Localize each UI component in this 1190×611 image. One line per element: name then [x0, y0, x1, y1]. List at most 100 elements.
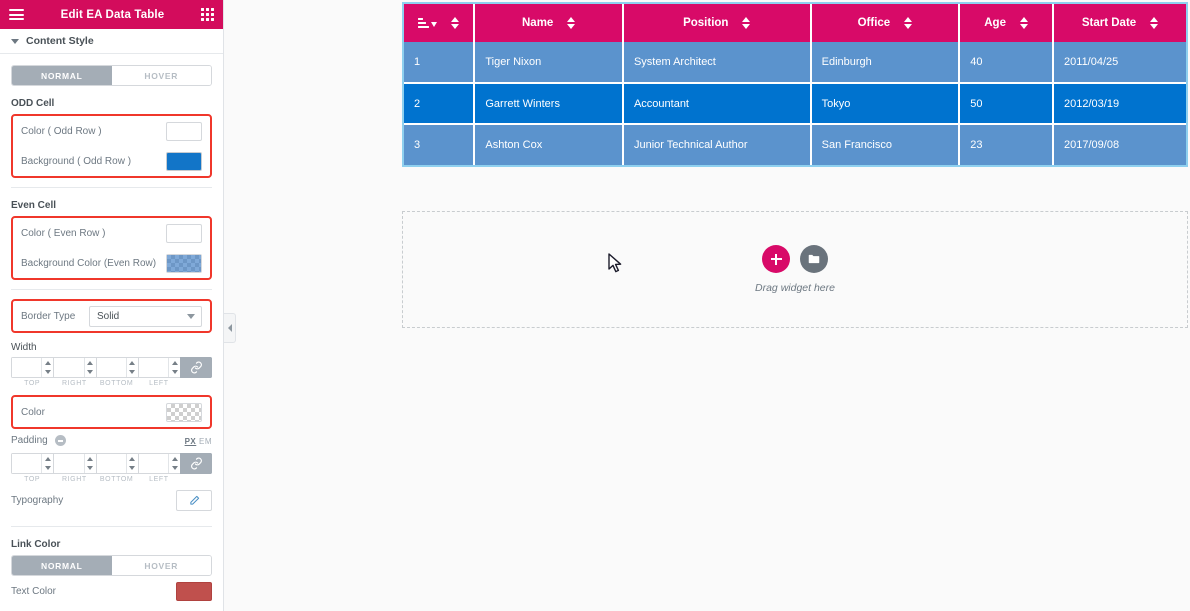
stepper-down-icon[interactable]: [42, 464, 53, 474]
sidebar-collapse-handle[interactable]: [224, 313, 236, 343]
padding-labels: TOP RIGHT BOTTOM LEFT: [11, 476, 212, 483]
pencil-icon[interactable]: [176, 489, 212, 511]
color-swatch-odd-bg[interactable]: [166, 151, 202, 171]
table-row: 1 Tiger Nixon System Architect Edinburgh…: [404, 42, 1186, 84]
border-width-top-input[interactable]: [12, 358, 42, 377]
stepper-down-icon[interactable]: [42, 368, 53, 378]
unit-px[interactable]: PX: [185, 437, 197, 446]
sort-arrows-icon[interactable]: [742, 17, 751, 29]
cell-position: Accountant: [622, 83, 812, 125]
table-header-position-label: Position: [683, 17, 729, 29]
info-icon[interactable]: [55, 435, 67, 447]
stepper-up-icon[interactable]: [85, 454, 96, 464]
stepper-down-icon[interactable]: [127, 464, 138, 474]
divider: [11, 187, 212, 188]
padding-header: Padding PX EM: [11, 429, 212, 453]
stepper-up-icon[interactable]: [85, 358, 96, 368]
border-width-bottom-input[interactable]: [96, 358, 126, 377]
sort-arrows-icon[interactable]: [1150, 17, 1159, 29]
link-tab-hover[interactable]: HOVER: [111, 556, 211, 575]
stepper[interactable]: [83, 358, 96, 378]
sort-arrows-icon[interactable]: [1019, 17, 1028, 29]
stepper-down-icon[interactable]: [169, 368, 180, 378]
stepper-down-icon[interactable]: [85, 464, 96, 474]
divider: [11, 526, 212, 527]
padding-top-input[interactable]: [12, 454, 42, 473]
stepper-up-icon[interactable]: [127, 358, 138, 368]
link-values-icon[interactable]: [180, 357, 212, 378]
link-values-icon[interactable]: [180, 453, 212, 474]
odd-cell-highlight: Color ( Odd Row ) Background ( Odd Row ): [11, 114, 212, 178]
table-header-name[interactable]: Name: [474, 4, 624, 42]
link-color-group-label: Link Color: [11, 539, 61, 550]
drag-widget-dropzone[interactable]: Drag widget here: [402, 211, 1188, 328]
sort-arrows-icon[interactable]: [451, 17, 460, 29]
stepper-up-icon[interactable]: [127, 454, 138, 464]
stepper-up-icon[interactable]: [42, 454, 53, 464]
table-header-office[interactable]: Office: [810, 4, 961, 42]
width-label: Width: [11, 342, 37, 353]
link-tab-normal[interactable]: NORMAL: [12, 556, 112, 575]
padding-group: [11, 453, 212, 474]
cell-position: System Architect: [622, 42, 812, 84]
table-header-row: Name Position Office Age Start Date: [404, 4, 1186, 42]
tab-hover[interactable]: HOVER: [111, 66, 211, 85]
table-header-age[interactable]: Age: [959, 4, 1055, 42]
stepper-down-icon[interactable]: [85, 368, 96, 378]
stepper-up-icon[interactable]: [169, 358, 180, 368]
stepper[interactable]: [125, 454, 138, 474]
divider: [11, 289, 212, 290]
data-table-widget: Name Position Office Age Start Date 1 Ti…: [402, 2, 1188, 167]
section-content-style[interactable]: Content Style: [0, 29, 223, 54]
sort-arrows-icon[interactable]: [567, 17, 576, 29]
stepper[interactable]: [83, 454, 96, 474]
hamburger-icon[interactable]: [9, 9, 24, 20]
table-header-position[interactable]: Position: [622, 4, 812, 42]
label-top: TOP: [24, 380, 41, 387]
padding-bottom-input[interactable]: [96, 454, 126, 473]
unit-em[interactable]: EM: [199, 437, 212, 446]
stepper[interactable]: [41, 358, 53, 377]
stepper[interactable]: [168, 454, 180, 473]
color-swatch-even-bg[interactable]: [166, 253, 202, 273]
color-swatch-link-text[interactable]: [176, 581, 212, 601]
grid-icon[interactable]: [201, 8, 214, 21]
border-type-highlight: Border Type Solid: [11, 299, 212, 333]
stepper[interactable]: [125, 358, 138, 378]
color-swatch-odd-text[interactable]: [166, 121, 202, 141]
cell-age: 23: [959, 124, 1055, 165]
border-type-select[interactable]: Solid: [89, 305, 202, 327]
table-header-index[interactable]: [404, 4, 476, 42]
add-widget-button[interactable]: [762, 245, 790, 273]
plus-icon: [770, 253, 782, 265]
table-header-start-date[interactable]: Start Date: [1053, 4, 1186, 42]
tab-normal[interactable]: NORMAL: [12, 66, 112, 85]
stepper-up-icon[interactable]: [42, 358, 53, 368]
even-cell-group-label: Even Cell: [11, 200, 57, 211]
border-width-left-input[interactable]: [138, 358, 168, 377]
color-swatch-even-text[interactable]: [166, 223, 202, 243]
field-border-type: Border Type Solid: [21, 301, 202, 331]
label-bottom: BOTTOM: [99, 476, 134, 483]
stepper-up-icon[interactable]: [169, 454, 180, 464]
field-label-border-type: Border Type: [21, 310, 76, 322]
field-background-even-row: Background Color (Even Row): [21, 248, 202, 278]
padding-label: Padding: [11, 435, 48, 447]
label-left: LEFT: [149, 380, 169, 387]
stepper[interactable]: [41, 454, 53, 473]
cell-name: Garrett Winters: [474, 83, 624, 125]
stepper[interactable]: [168, 358, 180, 377]
add-template-button[interactable]: [800, 245, 828, 273]
border-width-right-input[interactable]: [54, 358, 84, 377]
color-swatch-border[interactable]: [166, 402, 202, 422]
cell-name: Tiger Nixon: [474, 42, 624, 84]
editor-canvas: Name Position Office Age Start Date 1 Ti…: [224, 0, 1190, 611]
sort-arrows-icon[interactable]: [904, 17, 913, 29]
padding-left-input[interactable]: [138, 454, 168, 473]
table-row: 2 Garrett Winters Accountant Tokyo 50 20…: [404, 83, 1186, 125]
stepper-down-icon[interactable]: [169, 464, 180, 474]
cell-name: Ashton Cox: [474, 124, 624, 165]
stepper-down-icon[interactable]: [127, 368, 138, 378]
padding-right-input[interactable]: [54, 454, 84, 473]
editor-root: Edit EA Data Table Content Style NORMAL …: [0, 0, 1190, 611]
